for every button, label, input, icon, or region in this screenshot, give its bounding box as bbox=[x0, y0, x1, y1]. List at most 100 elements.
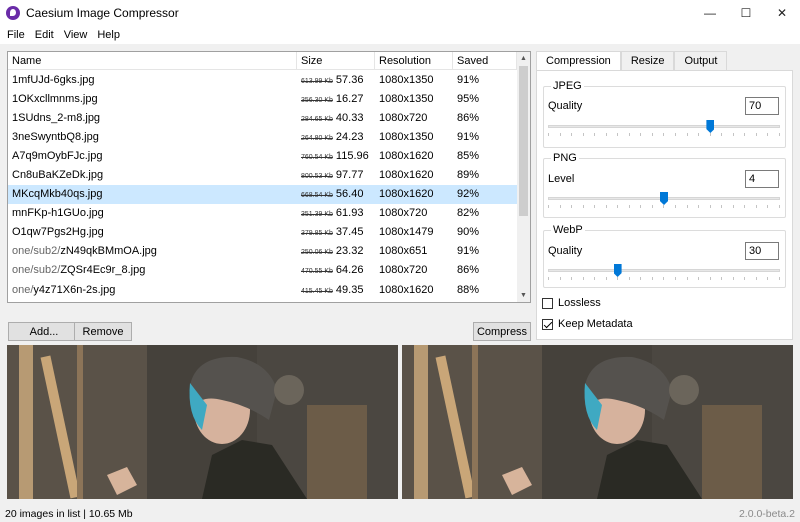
slider-ticks bbox=[548, 133, 780, 136]
column-header-name[interactable]: Name bbox=[8, 52, 297, 69]
tab-resize[interactable]: Resize bbox=[620, 51, 675, 70]
menu-file[interactable]: File bbox=[2, 29, 30, 41]
file-table[interactable]: Name Size Resolution Saved 1mfUJd-6gks.j… bbox=[7, 51, 531, 303]
minimize-button[interactable]: — bbox=[692, 0, 728, 26]
table-row[interactable]: Cn8uBaKZeDk.jpg 800.53 Kb 97.77 1080x1620 89… bbox=[8, 165, 530, 184]
scroll-thumb[interactable] bbox=[519, 66, 528, 216]
slider-tick bbox=[582, 133, 584, 136]
slider-tick bbox=[605, 133, 607, 136]
file-name-cell: one/y4z71X6n-2s.jpg bbox=[8, 284, 297, 296]
saved-cell: 86% bbox=[457, 264, 480, 277]
png-level-input[interactable]: 4 bbox=[745, 170, 779, 188]
menu-view[interactable]: View bbox=[59, 29, 93, 41]
vertical-scrollbar[interactable]: ▲ ▼ bbox=[517, 52, 530, 302]
file-name-cell: one/sub2/ZQSr4Ec9r_8.jpg bbox=[8, 264, 297, 276]
file-size-cell: 470.55 Kb 64.26 bbox=[297, 264, 375, 276]
compression-panel: JPEG Quality 70 PNG Level 4 WebP Quality… bbox=[536, 70, 793, 340]
slider-tick bbox=[663, 277, 665, 280]
slider-tick bbox=[548, 277, 549, 280]
resolution-cell: 1080x1350 bbox=[379, 92, 434, 105]
column-header-saved[interactable]: Saved bbox=[453, 52, 517, 69]
table-row[interactable]: one/sub2/ZQSr4Ec9r_8.jpg 470.55 Kb 64.26 10… bbox=[8, 261, 530, 280]
slider-tick bbox=[698, 133, 700, 136]
tab-compression[interactable]: Compression bbox=[536, 51, 621, 71]
original-size: 613.99 Kb bbox=[301, 77, 333, 85]
resolution-cell: 1080x1620 bbox=[379, 283, 434, 296]
original-size: 668.54 Kb bbox=[301, 192, 333, 200]
menu-edit[interactable]: Edit bbox=[30, 29, 59, 41]
table-row[interactable]: one/sub2/zN49qkBMmOA.jpg 250.06 Kb 23.32 10… bbox=[8, 242, 530, 261]
original-size: 760.54 Kb bbox=[301, 153, 333, 161]
webp-group: WebP Quality 30 bbox=[543, 224, 786, 288]
slider-track bbox=[548, 125, 780, 128]
scroll-down-arrow-icon[interactable]: ▼ bbox=[517, 289, 530, 302]
compressed-size: 37.45 bbox=[335, 226, 364, 239]
slider-tick bbox=[675, 205, 677, 208]
slider-handle[interactable] bbox=[706, 120, 715, 133]
saved-cell: 86% bbox=[457, 111, 480, 124]
slider-tick bbox=[594, 133, 596, 136]
lossless-checkbox-box[interactable] bbox=[542, 297, 553, 309]
slider-tick bbox=[755, 277, 757, 280]
slider-tick bbox=[721, 133, 723, 136]
add-button[interactable]: Add... bbox=[8, 322, 80, 341]
table-header: Name Size Resolution Saved bbox=[8, 52, 530, 70]
jpeg-quality-input[interactable]: 70 bbox=[745, 97, 779, 115]
table-row[interactable]: O1qw7Pgs2Hg.jpg 379.85 Kb 37.45 1080x1479 90… bbox=[8, 223, 530, 242]
resolution-cell: 1080x651 bbox=[379, 245, 428, 258]
saved-cell: 89% bbox=[457, 169, 480, 182]
png-level-label: Level bbox=[548, 173, 575, 185]
slider-tick bbox=[709, 133, 711, 136]
file-size-cell: 264.80 Kb 24.23 bbox=[297, 131, 375, 143]
close-button[interactable]: ✕ bbox=[764, 0, 800, 26]
table-row[interactable]: 3neSwyntbQ8.jpg 264.80 Kb 24.23 1080x1350 91… bbox=[8, 127, 530, 146]
slider-handle[interactable] bbox=[613, 264, 622, 277]
menu-help[interactable]: Help bbox=[92, 29, 125, 41]
original-size: 264.80 Kb bbox=[301, 134, 333, 142]
slider-tick bbox=[617, 205, 619, 208]
table-row[interactable]: mnFKp-h1GUo.jpg 351.39 Kb 61.93 1080x720 82% bbox=[8, 204, 530, 223]
keep-metadata-checkbox[interactable]: Keep Metadata bbox=[542, 318, 633, 330]
preview-photo-compressed bbox=[402, 345, 793, 499]
file-size-cell: 800.53 Kb 97.77 bbox=[297, 169, 375, 181]
compress-button[interactable]: Compress bbox=[473, 322, 531, 341]
file-folder-prefix: one/sub2/ bbox=[12, 264, 61, 277]
remove-button[interactable]: Remove bbox=[74, 322, 132, 341]
table-row[interactable]: 1mfUJd-6gks.jpg 613.99 Kb 57.36 1080x1350 91… bbox=[8, 70, 530, 89]
compressed-size: 97.77 bbox=[335, 169, 364, 182]
webp-quality-input[interactable]: 30 bbox=[745, 242, 779, 260]
scroll-up-arrow-icon[interactable]: ▲ bbox=[517, 52, 530, 65]
compressed-size: 56.40 bbox=[335, 188, 364, 201]
slider-handle[interactable] bbox=[660, 192, 668, 205]
original-size: 356.30 Kb bbox=[301, 96, 333, 104]
table-row[interactable]: one/y4z71X6n-2s.jpg 415.45 Kb 49.35 1080x16… bbox=[8, 280, 530, 299]
tab-output[interactable]: Output bbox=[674, 51, 728, 70]
file-name-cell: A7q9mOybFJc.jpg bbox=[12, 149, 103, 162]
png-level-slider[interactable] bbox=[548, 192, 780, 208]
webp-quality-slider[interactable] bbox=[548, 264, 780, 280]
slider-tick bbox=[755, 205, 757, 208]
table-row[interactable]: 1OKxcllmnms.jpg 356.30 Kb 16.27 1080x1350 95… bbox=[8, 89, 530, 108]
jpeg-quality-slider[interactable] bbox=[548, 120, 780, 136]
png-group-title: PNG bbox=[551, 152, 579, 164]
webp-group-title: WebP bbox=[551, 224, 585, 236]
slider-tick bbox=[548, 205, 549, 208]
window-controls: — ☐ ✕ bbox=[692, 0, 800, 26]
file-name-cell: mnFKp-h1GUo.jpg bbox=[12, 207, 104, 220]
keep-metadata-checkbox-box[interactable] bbox=[542, 318, 553, 330]
column-header-size[interactable]: Size bbox=[297, 52, 375, 69]
slider-tick bbox=[778, 133, 780, 136]
saved-cell: 82% bbox=[457, 207, 480, 220]
version-label: 2.0.0-beta.2 bbox=[738, 508, 795, 520]
resolution-cell: 1080x720 bbox=[379, 207, 428, 220]
preview-photo-original bbox=[7, 345, 398, 499]
maximize-button[interactable]: ☐ bbox=[728, 0, 764, 26]
lossless-checkbox[interactable]: Lossless bbox=[542, 297, 601, 309]
slider-tick bbox=[628, 205, 630, 208]
table-row[interactable]: MKcqMkb40qs.jpg 668.54 Kb 56.40 1080x1620 92… bbox=[8, 184, 530, 204]
table-row[interactable]: 1SUdns_2-m8.jpg 284.65 Kb 40.33 1080x720 86% bbox=[8, 108, 530, 127]
webp-quality-label: Quality bbox=[548, 245, 583, 257]
table-row[interactable]: A7q9mOybFJc.jpg 760.54 Kb 115.96 1080x1620 8… bbox=[8, 146, 530, 165]
column-header-resolution[interactable]: Resolution bbox=[375, 52, 453, 69]
compressed-size: 57.36 bbox=[335, 73, 364, 86]
